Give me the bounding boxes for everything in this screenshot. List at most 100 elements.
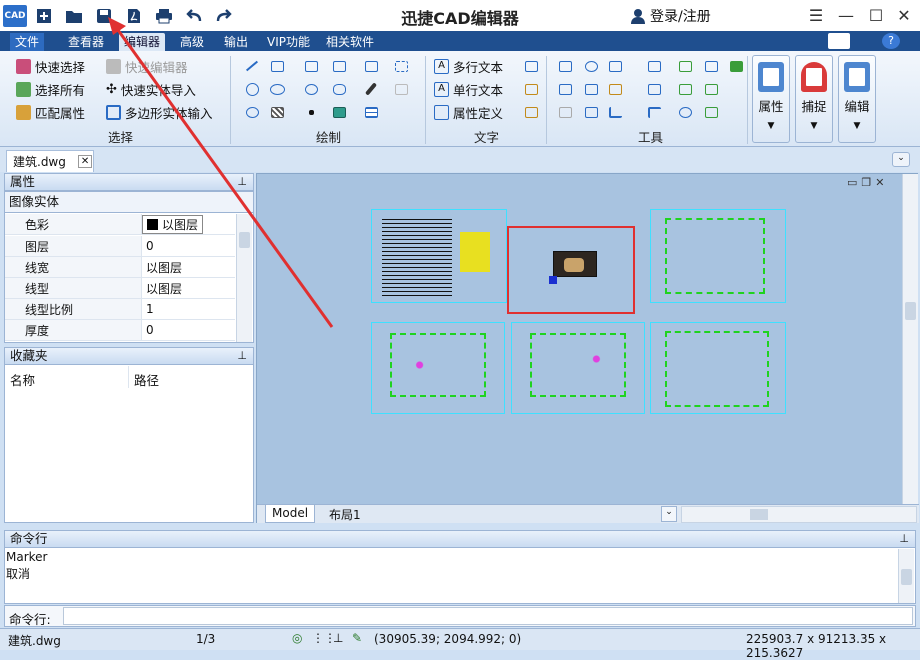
tab-editor[interactable]: 编辑器 (119, 33, 166, 51)
point-tool-icon[interactable] (302, 103, 320, 121)
chamfer-tool-icon[interactable] (645, 103, 663, 121)
canvas-window-controls[interactable]: ▭❐✕ (847, 176, 888, 189)
tab-model[interactable]: Model (265, 505, 316, 523)
ellipse-tool-icon[interactable] (268, 80, 286, 98)
text-edit-icon[interactable] (522, 103, 540, 121)
quick-entity-import-button[interactable]: ✣ 快速实体导入 (106, 79, 196, 99)
properties-scrollbar[interactable] (236, 214, 252, 342)
donut-tool-icon[interactable] (243, 103, 261, 121)
close-button[interactable]: ✕ (892, 4, 916, 26)
spline-tool-icon[interactable] (330, 57, 348, 75)
drawing-sheet[interactable] (511, 322, 645, 414)
quick-select-button[interactable]: 快速选择 (16, 56, 85, 76)
properties-big-button[interactable]: 属性 ▼ (752, 55, 790, 143)
dimension-tool-icon[interactable] (645, 80, 663, 98)
brush-icon[interactable] (828, 33, 850, 49)
rotate-tool-icon[interactable] (582, 57, 600, 75)
canvas-horizontal-scrollbar[interactable] (681, 506, 917, 523)
match-properties-button[interactable]: 匹配属性 (16, 102, 85, 122)
text-style-icon[interactable] (522, 57, 540, 75)
document-tab[interactable]: 建筑.dwg ✕ (6, 150, 94, 172)
attribute-define-button[interactable]: 属性定义 (434, 102, 503, 122)
save-icon[interactable] (93, 5, 115, 27)
app-icon[interactable]: CAD (3, 5, 27, 27)
ungroup-tool-icon[interactable] (702, 80, 720, 98)
tab-layout1[interactable]: 布局1 (329, 506, 361, 523)
pdf-export-icon[interactable] (123, 5, 145, 27)
pen-tool-icon[interactable] (362, 80, 380, 98)
measure-tool-icon[interactable] (676, 103, 694, 121)
drawing-canvas[interactable]: ▭❐✕ Model 布局1 ⌄ (256, 173, 919, 523)
block-tool-icon[interactable] (392, 80, 410, 98)
group-tool-icon[interactable] (676, 80, 694, 98)
snap-toggle-icon[interactable]: ◎ (292, 631, 302, 645)
help-icon[interactable]: ? (882, 33, 900, 49)
new-file-icon[interactable] (33, 5, 55, 27)
fillet-tool-icon[interactable] (606, 103, 624, 121)
extend-tool-icon[interactable] (582, 103, 600, 121)
entity-type-select[interactable]: 图像实体 (4, 191, 254, 213)
favorites-col-name[interactable]: 名称 (10, 370, 35, 389)
drawing-sheet[interactable] (371, 209, 507, 303)
property-row[interactable]: 线型比例 1 (5, 299, 235, 320)
convert-tool-icon[interactable] (702, 103, 720, 121)
edit-big-button[interactable]: 编辑 ▼ (838, 55, 876, 143)
print-icon[interactable] (153, 5, 175, 27)
property-row[interactable]: 图层 0 (5, 236, 235, 257)
move-tool-icon[interactable] (556, 57, 574, 75)
tab-viewer[interactable]: 查看器 (63, 33, 109, 51)
property-row[interactable]: 色彩 以图层 (5, 214, 235, 235)
snap-big-button[interactable]: 捕捉 ▼ (795, 55, 833, 143)
drawing-sheet[interactable] (650, 322, 786, 414)
lineweight-toggle-icon[interactable]: ✎ (352, 631, 362, 645)
embedded-image[interactable] (553, 251, 597, 277)
open-folder-icon[interactable] (63, 5, 85, 27)
drawing-sheet[interactable] (371, 322, 505, 414)
favorites-col-path[interactable]: 路径 (134, 370, 159, 389)
scale-tool-icon[interactable] (702, 57, 720, 75)
arc-tool-icon[interactable] (302, 80, 320, 98)
menu-icon[interactable]: ☰ (804, 4, 828, 26)
tab-advanced[interactable]: 高级 (175, 33, 209, 51)
undo-icon[interactable] (183, 5, 205, 27)
layer-tool-icon[interactable] (645, 57, 663, 75)
color-value[interactable]: 以图层 (142, 214, 204, 234)
pin-icon[interactable]: ⊥ (899, 531, 909, 547)
array-tool-icon[interactable] (676, 57, 694, 75)
maximize-button[interactable]: ☐ (864, 4, 888, 26)
image-tool-icon[interactable] (330, 103, 348, 121)
explode-tool-icon[interactable] (606, 80, 624, 98)
trim-tool-icon[interactable] (556, 103, 574, 121)
circle-tool-icon[interactable] (243, 80, 261, 98)
flag-tool-icon[interactable] (727, 57, 745, 75)
tab-output[interactable]: 输出 (219, 33, 253, 51)
region-tool-icon[interactable] (392, 57, 410, 75)
line-tool-icon[interactable] (243, 57, 261, 75)
hatch-tool-icon[interactable] (268, 103, 286, 121)
property-row[interactable]: 厚度 0 (5, 320, 235, 341)
tab-related[interactable]: 相关软件 (321, 33, 379, 51)
layout-list-icon[interactable]: ⌄ (661, 506, 677, 522)
quick-editor-button[interactable]: 快速编辑器 (106, 56, 188, 76)
stretch-tool-icon[interactable] (556, 80, 574, 98)
login-link[interactable]: 登录/注册 (630, 6, 711, 26)
tab-file[interactable]: 文件 (10, 33, 45, 51)
single-text-button[interactable]: A 单行文本 (434, 79, 503, 99)
rectangle-tool-icon[interactable] (302, 57, 320, 75)
mtext-button[interactable]: A 多行文本 (434, 56, 503, 76)
copy-tool-icon[interactable] (362, 57, 380, 75)
pin-icon[interactable]: ⊥ (237, 348, 247, 364)
property-row[interactable]: 线型 以图层 (5, 278, 235, 299)
polygon-entity-input-button[interactable]: 多边形实体输入 (106, 102, 213, 122)
image-grip-handle[interactable] (549, 276, 557, 284)
tab-list-icon[interactable]: ⌄ (892, 152, 910, 167)
select-all-button[interactable]: 选择所有 (16, 79, 85, 99)
text-font-icon[interactable] (522, 80, 540, 98)
ortho-toggle-icon[interactable]: ⊥ (333, 631, 343, 645)
close-tab-icon[interactable]: ✕ (77, 155, 93, 168)
canvas-vertical-scrollbar[interactable] (902, 174, 918, 504)
minimize-button[interactable]: — (834, 4, 858, 26)
command-input[interactable] (63, 607, 913, 625)
tab-vip[interactable]: VIP功能 (262, 33, 315, 51)
table-tool-icon[interactable] (362, 103, 380, 121)
